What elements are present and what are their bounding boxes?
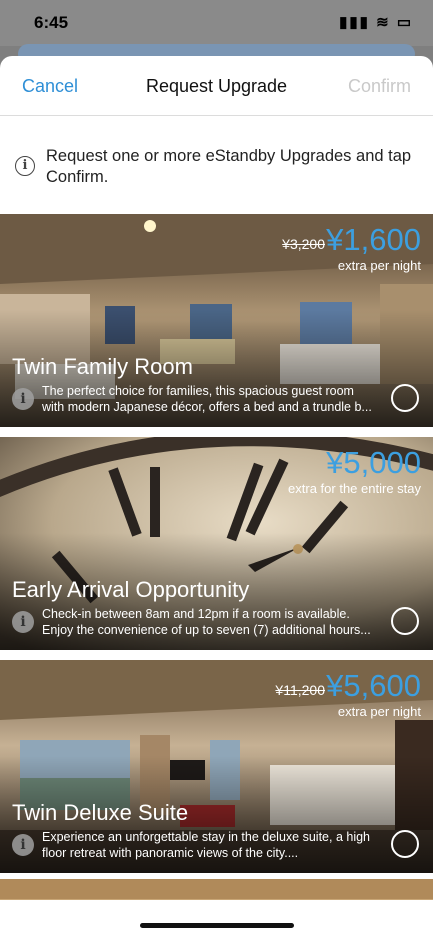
confirm-button[interactable]: Confirm: [348, 76, 411, 97]
description-line: Enjoy the convenience of up to seven (7)…: [42, 623, 371, 637]
upgrade-card-early-arrival[interactable]: ¥5,000 extra for the entire stay Early A…: [0, 437, 433, 650]
select-radio[interactable]: [391, 384, 419, 412]
info-icon: i: [15, 156, 35, 176]
select-radio[interactable]: [391, 607, 419, 635]
upgrade-price: ¥5,000: [326, 445, 421, 480]
description-line: floor retreat with panoramic views of th…: [42, 846, 299, 860]
info-text: Request one or more eStandby Upgrades an…: [46, 147, 412, 186]
description-line: Check-in between 8am and 12pm if a room …: [42, 607, 350, 621]
card-description: Experience an unforgettable stay in the …: [42, 829, 382, 861]
upgrade-card-twin-deluxe-suite[interactable]: ¥11,200 ¥5,600 extra per night Twin Delu…: [0, 660, 433, 873]
description-line: Experience an unforgettable stay in the …: [42, 830, 370, 844]
info-icon[interactable]: i: [12, 388, 34, 410]
price-note: extra per night: [337, 704, 421, 719]
card-title: Twin Deluxe Suite: [12, 800, 189, 825]
home-bar-area: [0, 900, 433, 937]
nav-bar: Cancel Request Upgrade Confirm: [0, 56, 433, 116]
price-note: extra per night: [337, 258, 421, 273]
original-price: ¥11,200: [275, 682, 325, 698]
info-icon[interactable]: i: [12, 834, 34, 856]
upgrade-price: ¥1,600: [326, 222, 421, 257]
upgrade-price: ¥5,600: [326, 668, 421, 703]
card-title: Twin Family Room: [12, 354, 193, 379]
upgrade-card-twin-family-room[interactable]: ¥3,200 ¥1,600 extra per night Twin Famil…: [0, 214, 433, 427]
status-time: 6:45: [34, 13, 69, 32]
select-radio[interactable]: [391, 830, 419, 858]
price-note: extra for the entire stay: [288, 481, 421, 496]
card-description: The perfect choice for families, this sp…: [42, 383, 382, 415]
home-indicator[interactable]: [140, 923, 294, 928]
status-bar: 6:45 ▮▮▮ ≋ ▭: [0, 0, 433, 46]
description-line: The perfect choice for families, this sp…: [42, 384, 354, 398]
description-line: with modern Japanese décor, offers a bed…: [42, 400, 372, 414]
request-upgrade-sheet: Cancel Request Upgrade Confirm i Request…: [0, 56, 433, 937]
info-banner: i Request one or more eStandby Upgrades …: [0, 116, 433, 215]
original-price: ¥3,200: [282, 236, 325, 252]
card-title: Early Arrival Opportunity: [12, 577, 250, 602]
info-icon[interactable]: i: [12, 611, 34, 633]
card-description: Check-in between 8am and 12pm if a room …: [42, 606, 382, 638]
status-icons: ▮▮▮ ≋ ▭: [339, 14, 413, 31]
